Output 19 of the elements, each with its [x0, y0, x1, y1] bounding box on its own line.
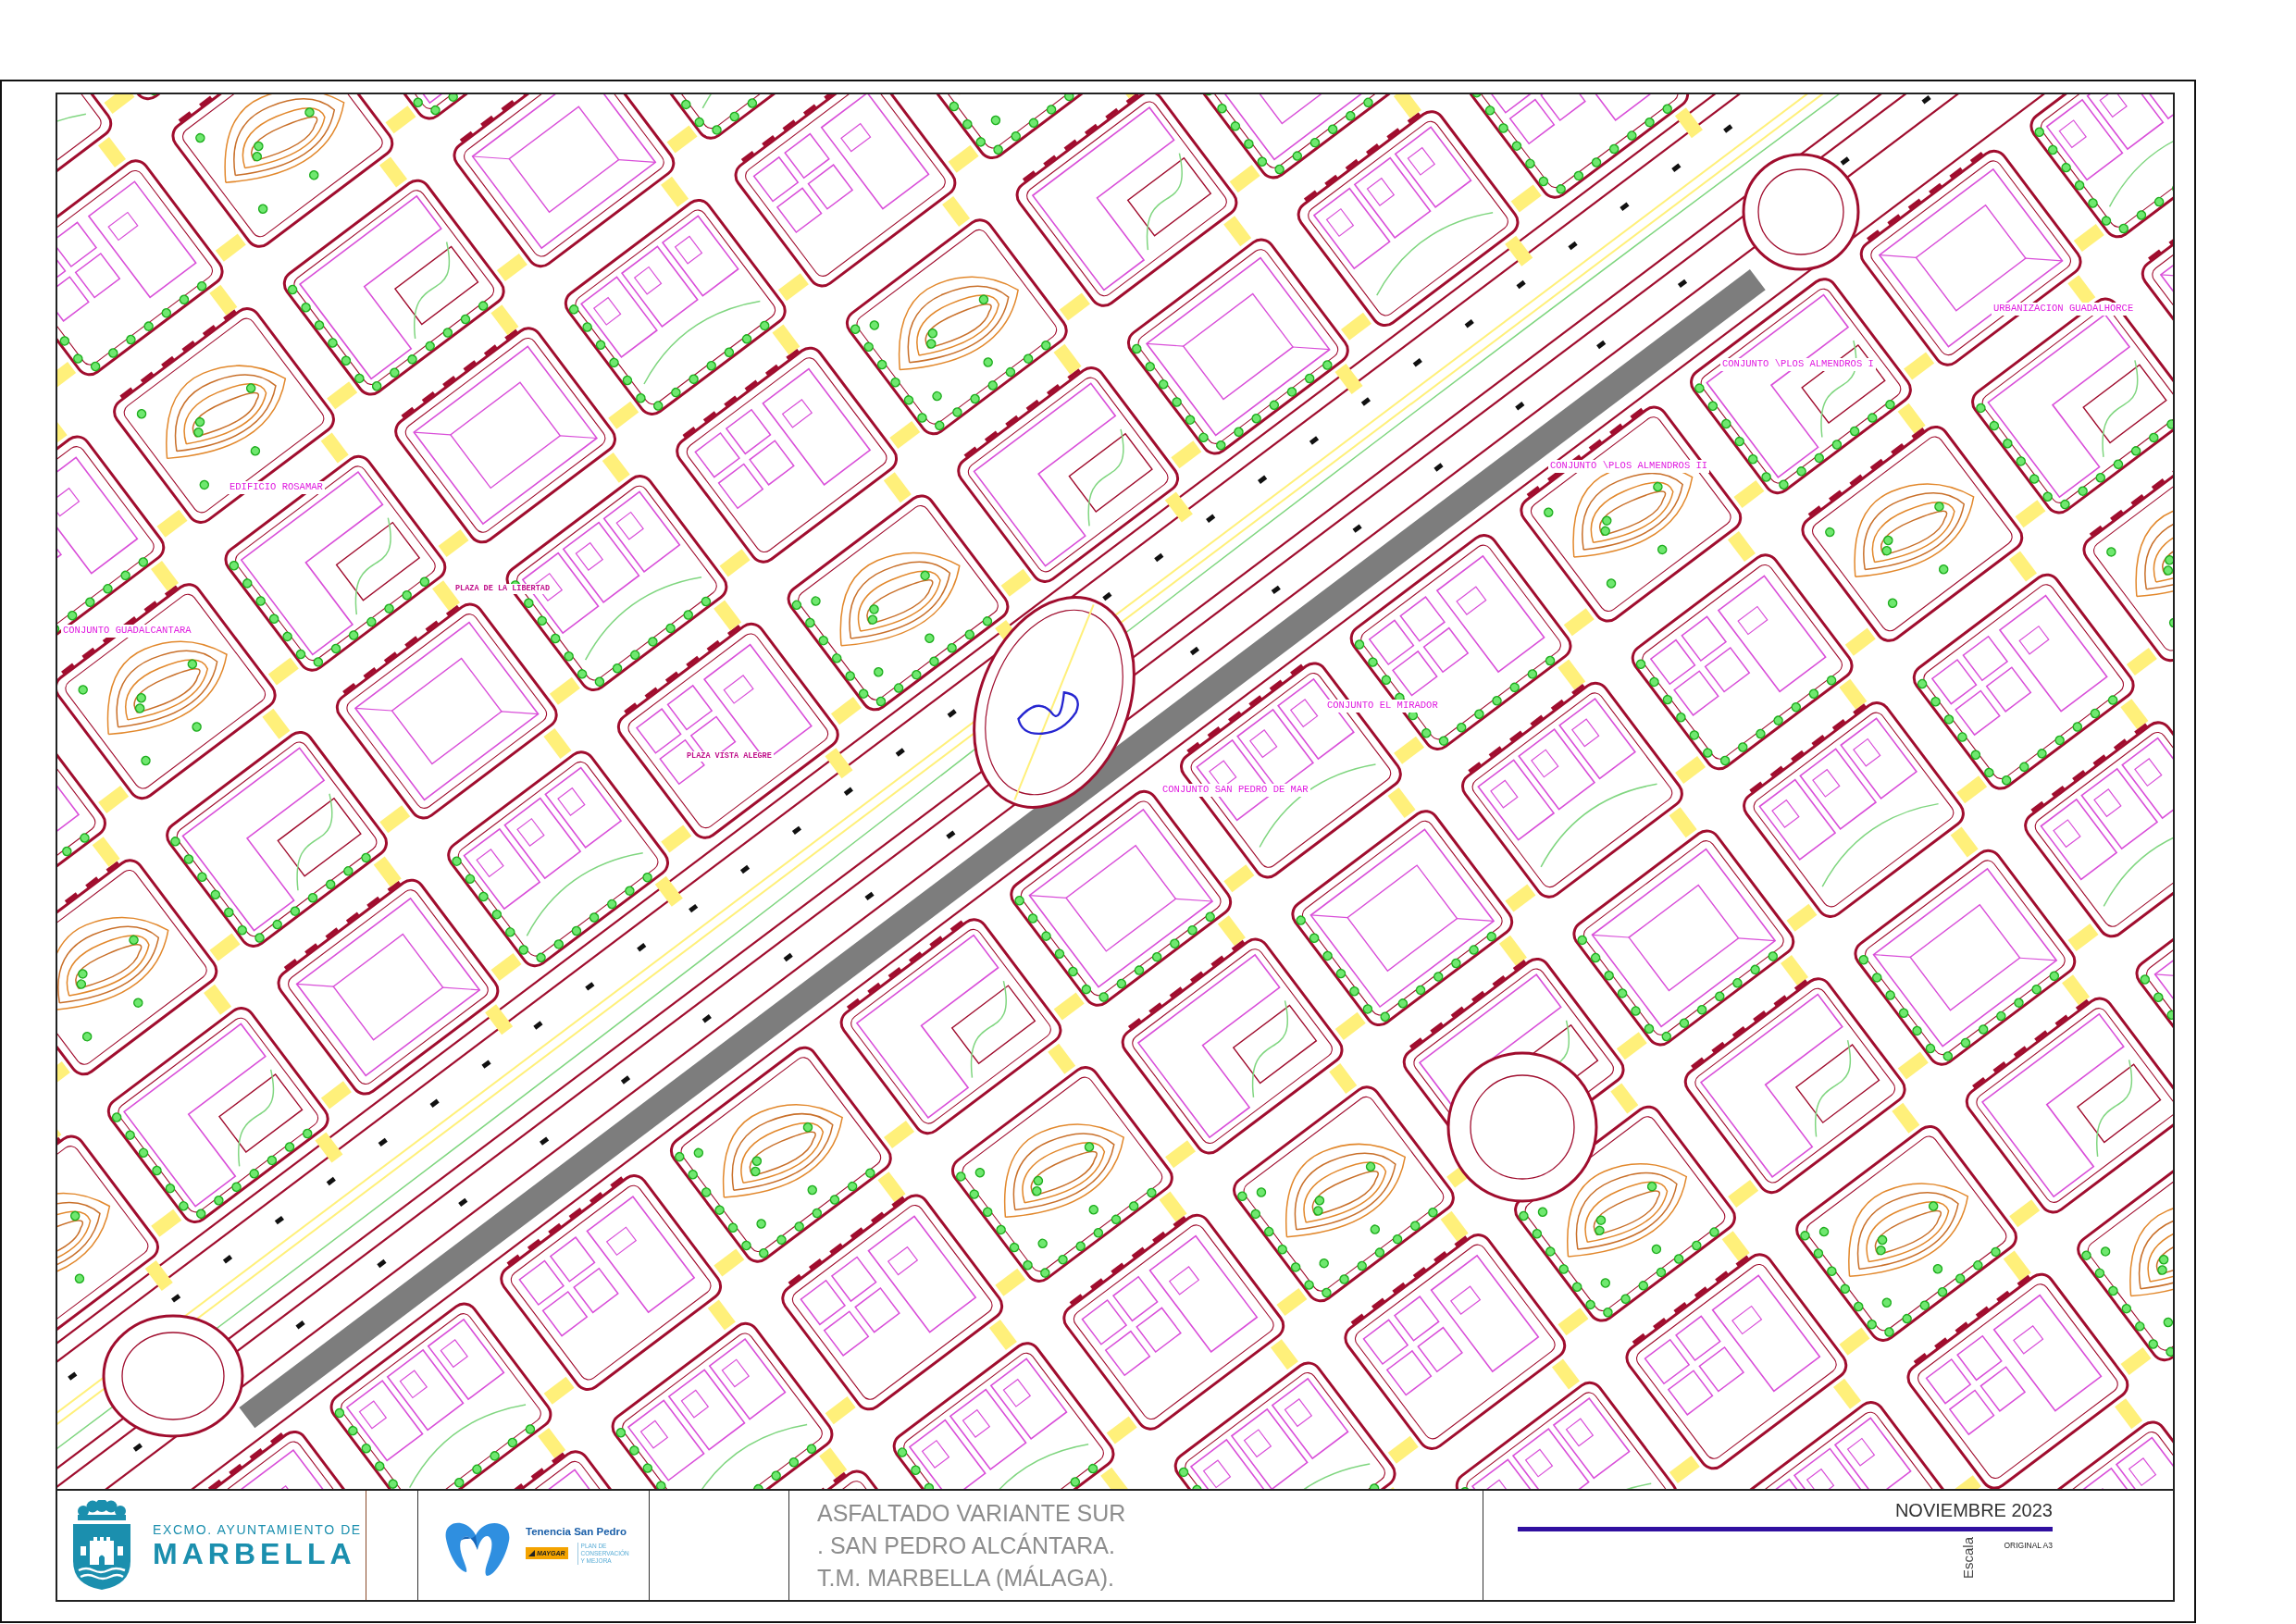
- place-label: CONJUNTO EL MIRADOR: [1325, 700, 1440, 713]
- council-name: MARBELLA: [153, 1539, 357, 1568]
- place-label: CONJUNTO \PLOS ALMENDROS I: [1720, 358, 1876, 371]
- project-title-line: T.M. MARBELLA (MÁLAGA).: [817, 1563, 1114, 1593]
- place-label: PLAZA VISTA ALEGRE: [685, 751, 774, 762]
- council-heading: EXCMO. AYUNTAMIENTO DE: [153, 1522, 362, 1537]
- place-label: CONJUNTO GUADALCANTARA: [61, 625, 193, 638]
- place-label: CONJUNTO SAN PEDRO DE MAR: [1160, 784, 1310, 797]
- date-text: NOVIEMBRE 2023: [1894, 1500, 2053, 1521]
- triangle-icon: [528, 1550, 535, 1557]
- place-label: URBANIZACION GUADALHORCE: [1992, 303, 2136, 316]
- place-label: EDIFICIO ROSAMAR: [228, 481, 325, 494]
- district-name: Tenencia San Pedro: [526, 1526, 628, 1538]
- paper-size-text: ORIGINAL A3: [2004, 1541, 2053, 1550]
- project-title-line: . SAN PEDRO ALCÁNTARA.: [817, 1531, 1115, 1560]
- place-label: CONJUNTO \PLOS ALMENDROS II: [1548, 460, 1710, 473]
- place-label: PLAZA DE LA LIBERTAD: [453, 584, 552, 595]
- project-title-line: ASFALTADO VARIANTE SUR: [817, 1498, 1126, 1528]
- scale-label: Escala: [1960, 1537, 1977, 1580]
